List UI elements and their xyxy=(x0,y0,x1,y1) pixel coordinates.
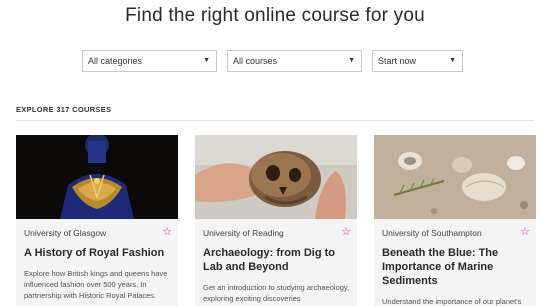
category-select-value: All categories xyxy=(88,56,143,66)
star-outline-icon[interactable]: ☆ xyxy=(520,225,530,238)
course-search-page: Find the right online course for you All… xyxy=(0,0,550,306)
page-title: Find the right online course for you xyxy=(125,5,425,26)
course-count-label: EXPLORE 317 COURSES xyxy=(16,105,112,114)
course-image-royal-fashion[interactable] xyxy=(16,135,178,219)
university-name: University of Southampton xyxy=(382,228,482,238)
university-name: University of Reading xyxy=(203,228,284,238)
course-description: Get an introduction to studying archaeol… xyxy=(203,283,350,303)
course-description: Explore how British kings and queens hav… xyxy=(24,269,168,300)
course-card[interactable]: University of Reading ☆ Archaeology: fro… xyxy=(195,135,357,306)
start-select-value: Start now xyxy=(378,56,417,66)
course-image-marine-sediments[interactable] xyxy=(374,135,536,219)
triangle-down-icon: ▼ xyxy=(348,57,355,64)
course-title[interactable]: Archaeology: from Dig to Lab and Beyond xyxy=(203,246,349,274)
university-name: University of Glasgow xyxy=(24,228,107,238)
course-card[interactable]: University of Southampton ☆ Beneath the … xyxy=(374,135,536,306)
courses-select[interactable]: All courses ▼ xyxy=(227,50,362,72)
triangle-down-icon: ▼ xyxy=(203,57,210,64)
divider xyxy=(16,120,534,121)
start-select[interactable]: Start now ▼ xyxy=(372,50,463,72)
courses-select-value: All courses xyxy=(233,56,278,66)
course-card[interactable]: University of Glasgow ☆ A History of Roy… xyxy=(16,135,178,306)
course-title[interactable]: Beneath the Blue: The Importance of Mari… xyxy=(382,246,528,288)
triangle-down-icon: ▼ xyxy=(449,57,456,64)
filter-bar: All categories ▼ All courses ▼ Start now… xyxy=(82,50,463,72)
star-outline-icon[interactable]: ☆ xyxy=(341,225,351,238)
star-outline-icon[interactable]: ☆ xyxy=(162,225,172,238)
category-select[interactable]: All categories ▼ xyxy=(82,50,217,72)
course-image-archaeology[interactable] xyxy=(195,135,357,219)
course-title[interactable]: A History of Royal Fashion xyxy=(24,246,170,260)
course-description: Understand the importance of our planet'… xyxy=(382,297,522,306)
